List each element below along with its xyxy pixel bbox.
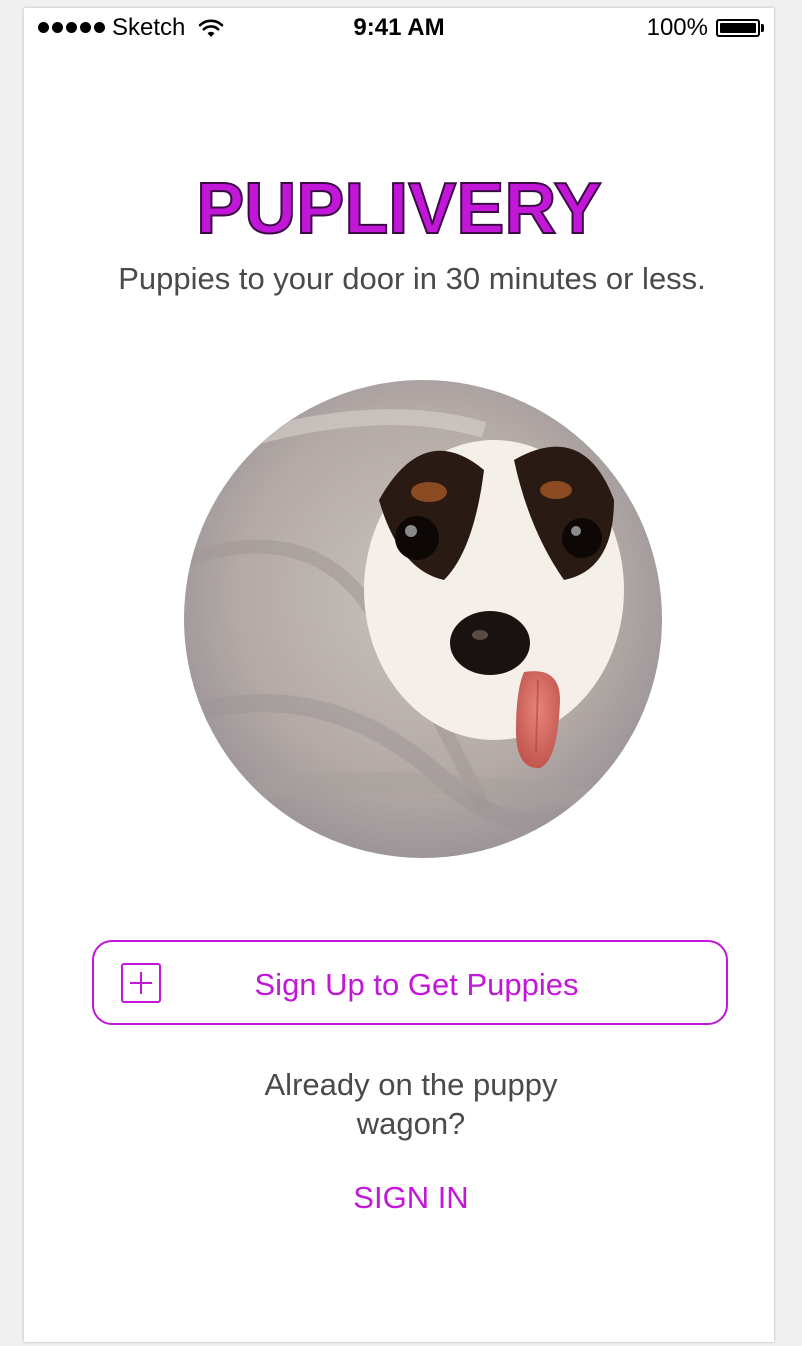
puppy-photo <box>184 380 662 858</box>
sign-in-prompt: Already on the puppy wagon? <box>264 1067 558 1141</box>
status-bar: Sketch 9:41 AM 100% <box>24 8 774 48</box>
sign-in-link[interactable]: SIGN IN <box>311 1180 511 1216</box>
sign-up-label: Sign Up to Get Puppies <box>254 967 579 1002</box>
app-tagline: Puppies to your door in 30 minutes or le… <box>118 261 706 296</box>
app-title: PUPLIVERY <box>195 168 602 250</box>
app-screen: Sketch 9:41 AM 100% PUPLIVERY Puppies to… <box>24 8 774 1342</box>
battery-percent: 100% <box>646 14 708 41</box>
plus-square-icon <box>121 963 161 1003</box>
battery-icon <box>716 19 764 37</box>
sign-up-button[interactable]: Sign Up to Get Puppies <box>92 940 728 1025</box>
